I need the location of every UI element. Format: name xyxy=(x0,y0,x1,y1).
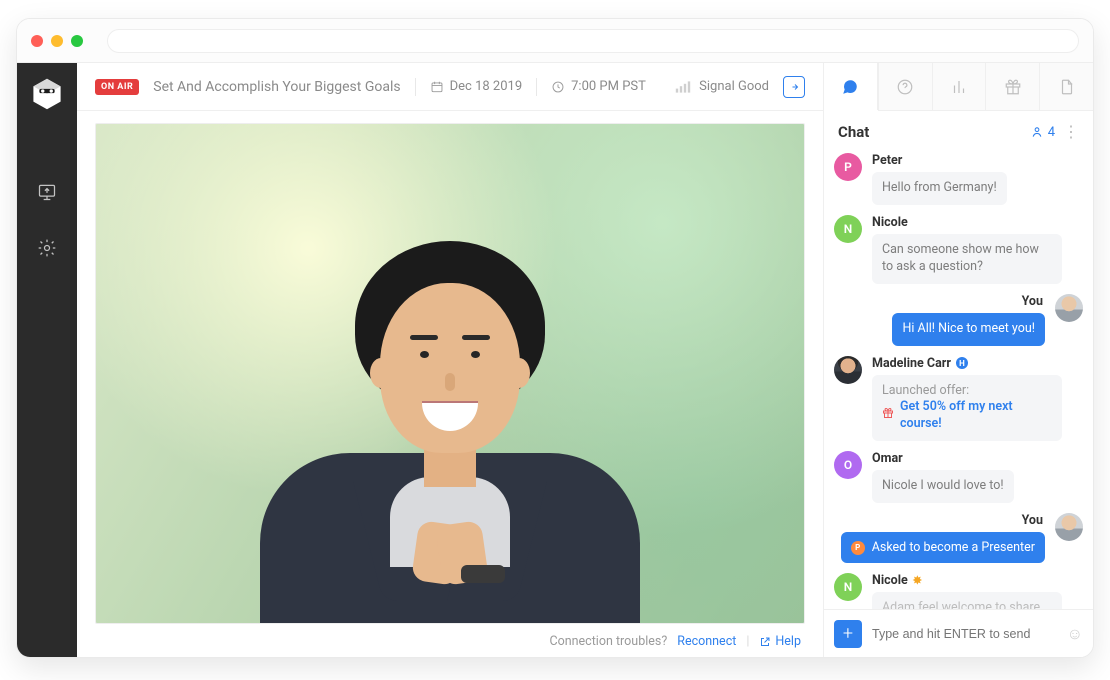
stage: Connection troubles? Reconnect | Help xyxy=(77,111,823,657)
settings-gear-icon[interactable] xyxy=(36,237,58,259)
help-link[interactable]: Help xyxy=(775,634,801,649)
message-bubble: Hi All! Nice to meet you! xyxy=(892,313,1045,346)
on-air-badge: ON AIR xyxy=(95,79,139,95)
person-icon xyxy=(1030,125,1044,139)
host-badge-icon: H xyxy=(956,357,968,369)
minimize-window-button[interactable] xyxy=(51,35,63,47)
calendar-icon xyxy=(430,80,444,94)
signal-status: Signal Good xyxy=(675,79,769,94)
main-area: ON AIR Set And Accomplish Your Biggest G… xyxy=(77,63,823,657)
session-title: Set And Accomplish Your Biggest Goals xyxy=(153,79,400,95)
screen-share-icon[interactable] xyxy=(36,181,58,203)
url-bar[interactable] xyxy=(107,29,1079,53)
message-bubble: Launched offer: Get 50% off my next cour… xyxy=(872,375,1062,442)
connection-troubles-label: Connection troubles? xyxy=(549,634,667,649)
sender-name: Nicole xyxy=(872,215,1062,230)
chat-title: Chat xyxy=(838,123,869,141)
tab-polls[interactable] xyxy=(932,63,986,110)
right-panel: Chat 4 ⋮ P Peter Hello from Germany! xyxy=(823,63,1093,657)
chat-message-self: You P Asked to become a Presenter xyxy=(834,513,1083,563)
add-attachment-button[interactable]: + xyxy=(834,620,862,648)
presenter-request-pill: P Asked to become a Presenter xyxy=(841,532,1045,563)
sender-name: You xyxy=(1022,513,1045,528)
presenter-badge-icon: P xyxy=(851,541,865,555)
avatar: N xyxy=(834,215,862,243)
close-window-button[interactable] xyxy=(31,35,43,47)
chat-message-self: You Hi All! Nice to meet you! xyxy=(834,294,1083,346)
chat-message: N Nicole Can someone show me how to ask … xyxy=(834,215,1083,284)
sender-name: Madeline Carr H xyxy=(872,356,1062,371)
left-rail xyxy=(17,63,77,657)
session-topbar: ON AIR Set And Accomplish Your Biggest G… xyxy=(77,63,823,111)
tab-chat[interactable] xyxy=(824,63,878,110)
chat-options-menu[interactable]: ⋮ xyxy=(1063,124,1079,140)
chat-input[interactable] xyxy=(872,627,1057,641)
viewer-count[interactable]: 4 xyxy=(1030,125,1055,140)
signal-bars-icon xyxy=(675,80,691,94)
external-link-icon xyxy=(759,636,771,648)
tab-questions[interactable] xyxy=(878,63,932,110)
emoji-picker-button[interactable]: ☺ xyxy=(1067,624,1083,644)
brand-logo xyxy=(30,77,64,111)
avatar xyxy=(1055,513,1083,541)
window-controls xyxy=(31,35,83,47)
sender-name: Omar xyxy=(872,451,1014,466)
message-bubble: Nicole I would love to! xyxy=(872,470,1014,503)
connection-footer: Connection troubles? Reconnect | Help xyxy=(95,624,805,649)
webcam-video xyxy=(95,123,805,624)
chat-scroll: P Peter Hello from Germany! N Nicole Can… xyxy=(824,149,1093,609)
chat-message: O Omar Nicole I would love to! xyxy=(834,451,1083,503)
leave-room-button[interactable] xyxy=(783,76,805,98)
chat-message: N Nicole ✸ Adam feel welcome to share yo… xyxy=(834,573,1083,609)
titlebar xyxy=(17,19,1093,63)
avatar: O xyxy=(834,451,862,479)
message-bubble: Adam feel welcome to share your xyxy=(872,592,1062,609)
reconnect-link[interactable]: Reconnect xyxy=(677,634,736,649)
avatar: N xyxy=(834,573,862,601)
gift-icon xyxy=(882,407,894,425)
avatar xyxy=(1055,294,1083,322)
sender-name: Nicole ✸ xyxy=(872,573,1062,588)
gift-icon xyxy=(1004,78,1022,96)
maximize-window-button[interactable] xyxy=(71,35,83,47)
bar-chart-icon xyxy=(950,78,968,96)
clock-icon xyxy=(551,80,565,94)
avatar xyxy=(834,356,862,384)
tab-handouts[interactable] xyxy=(1039,63,1093,110)
sender-name: You xyxy=(1022,294,1045,309)
session-time: 7:00 PM PST xyxy=(551,79,646,94)
document-icon xyxy=(1058,78,1076,96)
compose-bar: + ☺ xyxy=(824,609,1093,657)
tab-offers[interactable] xyxy=(985,63,1039,110)
message-bubble: Hello from Germany! xyxy=(872,172,1007,205)
avatar: P xyxy=(834,153,862,181)
chat-header: Chat 4 ⋮ xyxy=(824,111,1093,149)
chat-message: Madeline Carr H Launched offer: Get 50% … xyxy=(834,356,1083,442)
chat-message: P Peter Hello from Germany! xyxy=(834,153,1083,205)
offer-link[interactable]: Get 50% off my next course! xyxy=(900,399,1052,433)
app-window: ON AIR Set And Accomplish Your Biggest G… xyxy=(16,18,1094,658)
message-bubble: Can someone show me how to ask a questio… xyxy=(872,234,1062,284)
right-panel-tabs xyxy=(824,63,1093,111)
sender-name: Peter xyxy=(872,153,1007,168)
question-icon xyxy=(896,78,914,96)
sparkle-icon: ✸ xyxy=(913,574,922,587)
session-date: Dec 18 2019 xyxy=(430,79,523,94)
exit-icon xyxy=(788,81,800,93)
chat-bubble-icon xyxy=(841,78,859,96)
